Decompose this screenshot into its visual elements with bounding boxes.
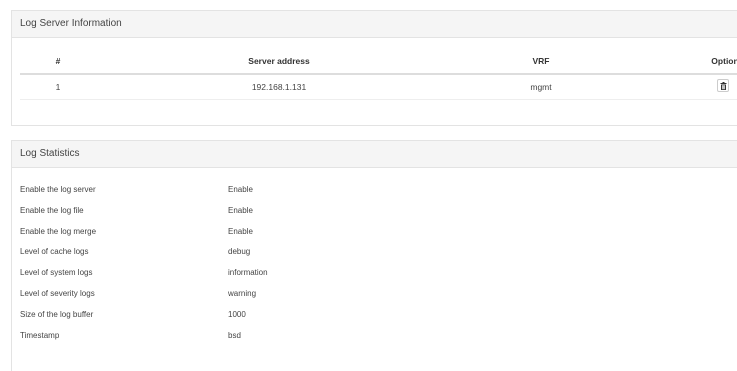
- stat-label: Timestamp: [20, 330, 60, 340]
- stat-value: Enable: [228, 226, 253, 236]
- row-index: 1: [55, 82, 61, 92]
- log-server-panel: Log Server Information # Server address …: [11, 10, 737, 126]
- stat-value: 1000: [228, 309, 246, 319]
- log-statistics-panel-title: Log Statistics: [12, 141, 737, 168]
- stat-label: Level of cache logs: [20, 247, 89, 257]
- log-server-table: # Server address VRF Option 1 192.168.1.…: [20, 49, 737, 100]
- log-server-panel-title: Log Server Information: [12, 11, 737, 38]
- table-row: 1 192.168.1.131 mgmt: [20, 75, 737, 100]
- stat-label: Level of severity logs: [20, 288, 95, 298]
- stat-value: Enable: [228, 205, 253, 215]
- stat-value: warning: [228, 288, 257, 298]
- column-header-server-address: Server address: [248, 56, 310, 66]
- stat-value: debug: [228, 247, 251, 257]
- stat-value: information: [228, 268, 268, 278]
- stat-label: Enable the log server: [20, 185, 96, 194]
- table-header-row: # Server address VRF Option: [20, 49, 737, 75]
- row-vrf: mgmt: [530, 82, 552, 92]
- row-server-address: 192.168.1.131: [251, 82, 307, 92]
- trash-icon: [720, 81, 726, 90]
- stat-label: Level of system logs: [20, 268, 93, 278]
- column-header-vrf: VRF: [532, 56, 550, 66]
- stat-label: Enable the log file: [20, 205, 84, 215]
- column-header-index: #: [55, 56, 61, 66]
- stat-label: Enable the log merge: [20, 226, 97, 236]
- delete-server-button[interactable]: [717, 79, 729, 92]
- stat-value: bsd: [228, 330, 241, 340]
- stat-value: Enable: [228, 185, 253, 194]
- column-header-option: Option: [711, 56, 737, 66]
- log-statistics-panel: Log Statistics Enable the log server Ena…: [11, 140, 737, 371]
- stat-label: Size of the log buffer: [20, 309, 94, 319]
